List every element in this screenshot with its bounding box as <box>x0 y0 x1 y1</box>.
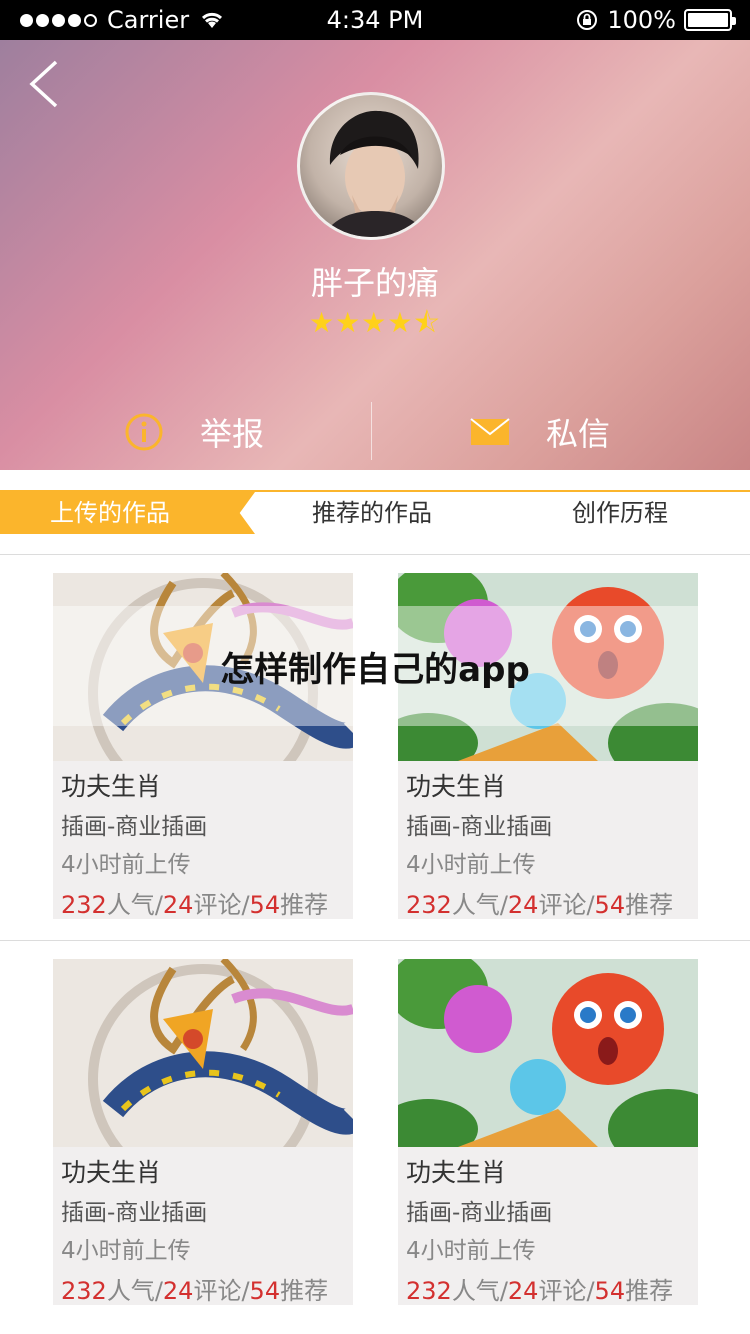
work-category: 插画-商业插画 <box>61 1200 208 1226</box>
work-upload-time: 4小时前上传 <box>406 852 536 878</box>
recommend-label: 推荐 <box>280 1277 329 1305</box>
popularity-label: 人气 <box>451 1277 500 1305</box>
stats-separator: / <box>241 891 250 919</box>
work-thumbnail-dragon <box>53 959 353 1147</box>
avatar-photo <box>322 110 428 237</box>
avatar[interactable] <box>297 92 445 240</box>
work-stats: 232人气/24评论/54推荐 <box>406 885 673 920</box>
status-bar: Carrier 4:34 PM 100% <box>0 0 750 40</box>
stats-separator: / <box>499 1277 508 1305</box>
comment-label: 评论 <box>538 891 587 919</box>
popularity-count: 232 <box>406 1277 452 1305</box>
work-title: 功夫生肖 <box>61 1158 162 1187</box>
work-category: 插画-商业插画 <box>61 814 208 840</box>
battery-icon <box>684 9 736 31</box>
work-card[interactable]: 功夫生肖 插画-商业插画 4小时前上传 232人气/24评论/54推荐 <box>53 959 353 1305</box>
work-stats: 232人气/24评论/54推荐 <box>61 1271 328 1306</box>
work-stats: 232人气/24评论/54推荐 <box>61 885 328 920</box>
popularity-label: 人气 <box>451 891 500 919</box>
stats-separator: / <box>586 1277 595 1305</box>
message-button[interactable]: 私信 <box>470 402 610 462</box>
recommend-count: 54 <box>249 891 281 919</box>
info-circle-icon <box>125 413 163 451</box>
status-right: 100% <box>575 6 736 34</box>
profile-header: 胖子的痛 ★★★★⯪ 举报 私信 <box>0 40 750 470</box>
report-label: 举报 <box>200 415 265 453</box>
work-title: 功夫生肖 <box>406 772 507 801</box>
stats-separator: / <box>241 1277 250 1305</box>
divider <box>0 554 750 555</box>
recommend-label: 推荐 <box>625 1277 674 1305</box>
stats-separator: / <box>586 891 595 919</box>
popularity-count: 232 <box>61 1277 107 1305</box>
recommend-count: 54 <box>249 1277 281 1305</box>
work-thumbnail-fruits <box>398 959 698 1147</box>
envelope-icon <box>470 418 510 445</box>
comment-label: 评论 <box>193 1277 242 1305</box>
work-upload-time: 4小时前上传 <box>61 852 191 878</box>
popularity-count: 232 <box>406 891 452 919</box>
work-category: 插画-商业插画 <box>406 814 553 840</box>
recommend-label: 推荐 <box>625 891 674 919</box>
work-upload-time: 4小时前上传 <box>406 1238 536 1264</box>
overlay-title: 怎样制作自己的app <box>220 650 530 690</box>
stats-separator: / <box>154 891 163 919</box>
works-tabs: 上传的作品 推荐的作品 创作历程 <box>0 490 750 534</box>
comment-count: 24 <box>507 891 539 919</box>
popularity-count: 232 <box>61 891 107 919</box>
comment-label: 评论 <box>538 1277 587 1305</box>
message-label: 私信 <box>546 415 611 453</box>
tab-uploaded[interactable]: 上传的作品 <box>0 492 255 534</box>
recommend-count: 54 <box>594 1277 626 1305</box>
tab-history[interactable]: 创作历程 <box>572 492 668 534</box>
work-stats: 232人气/24评论/54推荐 <box>406 1271 673 1306</box>
rotation-lock-icon <box>577 10 598 30</box>
chevron-left-icon[interactable] <box>26 58 66 110</box>
recommend-count: 54 <box>594 891 626 919</box>
comment-count: 24 <box>162 891 194 919</box>
comment-count: 24 <box>507 1277 539 1305</box>
work-upload-time: 4小时前上传 <box>61 1238 191 1264</box>
action-row: 举报 私信 <box>0 402 750 462</box>
work-title: 功夫生肖 <box>61 772 162 801</box>
comment-label: 评论 <box>193 891 242 919</box>
stats-separator: / <box>154 1277 163 1305</box>
comment-count: 24 <box>162 1277 194 1305</box>
action-divider <box>371 402 372 460</box>
work-title: 功夫生肖 <box>406 1158 507 1187</box>
stats-separator: / <box>499 891 508 919</box>
popularity-label: 人气 <box>106 1277 155 1305</box>
rating-stars: ★★★★⯪ <box>309 306 441 339</box>
recommend-label: 推荐 <box>280 891 329 919</box>
work-category: 插画-商业插画 <box>406 1200 553 1226</box>
battery-percent: 100% <box>607 6 676 34</box>
work-card[interactable]: 功夫生肖 插画-商业插画 4小时前上传 232人气/24评论/54推荐 <box>398 959 698 1305</box>
tab-recommended[interactable]: 推荐的作品 <box>312 492 432 534</box>
popularity-label: 人气 <box>106 891 155 919</box>
username: 胖子的痛 <box>310 264 439 302</box>
report-button[interactable]: 举报 <box>124 402 264 462</box>
divider <box>0 940 750 941</box>
